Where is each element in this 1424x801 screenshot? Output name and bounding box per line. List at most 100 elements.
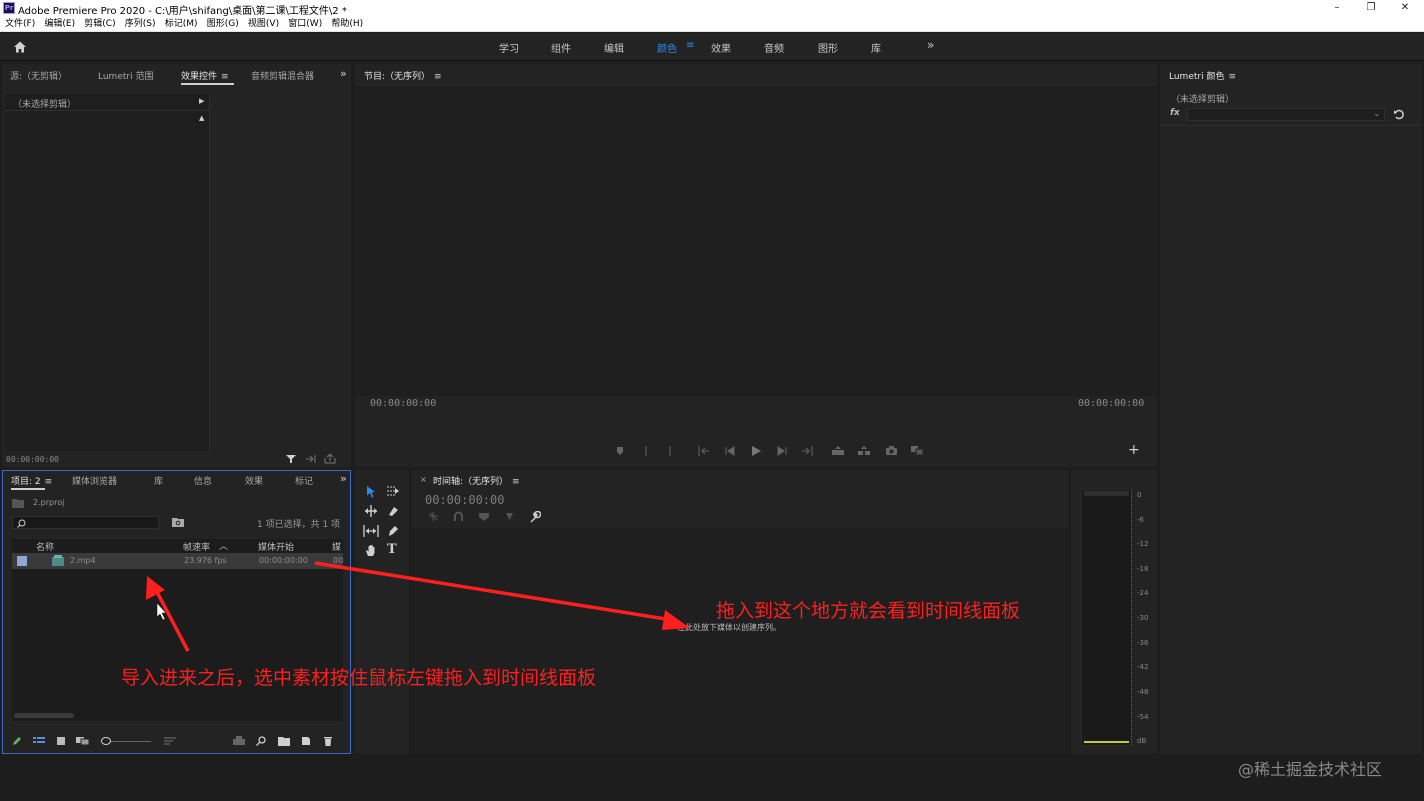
- tab-info[interactable]: 信息: [194, 474, 212, 487]
- workspace-tab-editing[interactable]: 编辑: [604, 40, 624, 55]
- scroll-up-icon[interactable]: ▲: [199, 114, 204, 122]
- tab-effects[interactable]: 效果: [245, 474, 263, 487]
- lumetri-color-title[interactable]: Lumetri 颜色 ≡: [1169, 69, 1236, 82]
- export-frame-camera-icon[interactable]: [885, 445, 898, 456]
- snap-magnet-icon[interactable]: [453, 511, 464, 522]
- zoom-slider-handle[interactable]: [101, 737, 111, 745]
- lift-icon[interactable]: [831, 446, 845, 456]
- workspace-tab-color[interactable]: 颜色: [657, 40, 677, 55]
- home-icon[interactable]: [13, 40, 27, 54]
- razor-tool-icon[interactable]: [387, 505, 399, 517]
- label-color-swatch[interactable]: [17, 556, 27, 566]
- restore-button[interactable]: ❐: [1354, 0, 1388, 17]
- slip-tool-icon[interactable]: [363, 525, 379, 537]
- menu-markers[interactable]: 标记(M): [165, 17, 198, 31]
- wrench-settings-icon[interactable]: [529, 511, 541, 523]
- tab-source[interactable]: 源:（无剪辑）: [10, 69, 67, 82]
- trash-icon[interactable]: [323, 736, 333, 746]
- play-icon[interactable]: [750, 445, 762, 457]
- new-search-bin-icon[interactable]: [172, 517, 184, 527]
- track-select-tool-icon[interactable]: [386, 485, 400, 497]
- tab-markers[interactable]: 标记: [295, 474, 313, 487]
- go-to-out-icon[interactable]: [801, 446, 813, 456]
- comparison-view-icon[interactable]: [910, 445, 924, 456]
- filter-icon[interactable]: [286, 454, 296, 464]
- close-timeline-icon[interactable]: ×: [420, 475, 427, 484]
- project-menu-icon[interactable]: ≡: [45, 477, 53, 487]
- project-items-list[interactable]: 名称 帧速率 ︿ 媒体开始 媒 2.mp4 23.976 fps 00:00:0…: [12, 539, 343, 721]
- workspace-tab-libraries[interactable]: 库: [871, 40, 881, 55]
- column-media-start[interactable]: 媒体开始: [258, 540, 294, 553]
- add-marker-timeline-icon[interactable]: [505, 512, 514, 521]
- tab-menu-icon[interactable]: ≡: [221, 72, 229, 82]
- new-bin-icon[interactable]: [278, 736, 290, 746]
- tab-lumetri-scopes[interactable]: Lumetri 范围: [98, 69, 153, 82]
- play-only-audio-icon[interactable]: [305, 454, 317, 464]
- column-frame-rate[interactable]: 帧速率: [183, 540, 210, 553]
- expand-triangle-icon[interactable]: ▶: [199, 97, 204, 105]
- write-protect-pencil-icon[interactable]: [12, 736, 22, 746]
- program-timecode-current[interactable]: 00:00:00:00: [370, 398, 436, 409]
- hand-tool-icon[interactable]: [365, 544, 377, 557]
- sort-icons-icon[interactable]: [164, 736, 176, 746]
- extract-icon[interactable]: [857, 446, 871, 456]
- horizontal-scrollbar[interactable]: [14, 713, 74, 718]
- icon-view-icon[interactable]: [56, 736, 66, 746]
- reset-icon[interactable]: [1393, 108, 1405, 120]
- workspace-tab-learn[interactable]: 学习: [499, 40, 519, 55]
- effect-selector-dropdown[interactable]: ⌄: [1187, 108, 1385, 121]
- mark-in-icon[interactable]: [643, 446, 649, 456]
- menu-window[interactable]: 窗口(W): [288, 17, 322, 31]
- button-editor-plus-icon[interactable]: +: [1128, 442, 1140, 458]
- sort-ascending-icon[interactable]: ︿: [219, 539, 228, 552]
- close-button[interactable]: ✕: [1388, 0, 1422, 17]
- timeline-timecode[interactable]: 00:00:00:00: [425, 493, 504, 507]
- step-back-icon[interactable]: [724, 446, 736, 456]
- pen-tool-icon[interactable]: [387, 525, 399, 537]
- linked-selection-icon[interactable]: [478, 511, 490, 522]
- menu-file[interactable]: 文件(F): [5, 17, 35, 31]
- program-monitor-title[interactable]: 节目:（无序列） ≡: [364, 69, 442, 82]
- automate-to-sequence-icon[interactable]: [233, 736, 245, 746]
- workspace-more-icon[interactable]: »: [927, 38, 934, 52]
- column-media-extra[interactable]: 媒: [332, 540, 341, 553]
- menu-view[interactable]: 视图(V): [248, 17, 279, 31]
- workspace-tab-effects[interactable]: 效果: [711, 40, 731, 55]
- program-video-area[interactable]: [355, 86, 1157, 396]
- tab-project[interactable]: 项目: 2 ≡: [11, 474, 52, 487]
- project-search-input[interactable]: [12, 516, 159, 529]
- workspace-menu-icon[interactable]: ≡: [686, 40, 694, 51]
- timeline-title[interactable]: 时间轴:（无序列） ≡: [433, 474, 520, 487]
- lumetri-menu-icon[interactable]: ≡: [1228, 72, 1236, 82]
- step-forward-icon[interactable]: [776, 446, 788, 456]
- tab-audio-clip-mixer[interactable]: 音频剪辑混合器: [251, 69, 314, 82]
- menu-sequence[interactable]: 序列(S): [125, 17, 156, 31]
- go-to-in-icon[interactable]: [698, 446, 710, 456]
- tab-libraries[interactable]: 库: [154, 474, 163, 487]
- new-item-icon[interactable]: [301, 736, 311, 746]
- timeline-drop-area[interactable]: 在此处放下媒体以创建序列。: [412, 528, 1068, 754]
- menu-help[interactable]: 帮助(H): [331, 17, 363, 31]
- mark-out-icon[interactable]: [667, 446, 673, 456]
- selection-tool-icon[interactable]: [365, 485, 377, 498]
- timeline-menu-icon[interactable]: ≡: [512, 477, 520, 487]
- effect-controls-timecode[interactable]: 00:00:00:00: [6, 455, 59, 464]
- add-marker-icon[interactable]: [615, 446, 625, 456]
- workspace-tab-audio[interactable]: 音频: [764, 40, 784, 55]
- tab-media-browser[interactable]: 媒体浏览器: [72, 474, 117, 487]
- ripple-edit-tool-icon[interactable]: [364, 505, 378, 517]
- list-view-icon[interactable]: [33, 736, 45, 746]
- minimize-button[interactable]: –: [1320, 0, 1354, 17]
- menu-edit[interactable]: 编辑(E): [44, 17, 75, 31]
- program-menu-icon[interactable]: ≡: [434, 72, 442, 82]
- insert-nest-icon[interactable]: [428, 511, 439, 522]
- find-icon[interactable]: [256, 736, 266, 746]
- workspace-tab-assembly[interactable]: 组件: [551, 40, 571, 55]
- export-frame-icon[interactable]: [324, 454, 336, 464]
- menu-clip[interactable]: 剪辑(C): [84, 17, 115, 31]
- panel-overflow-icon[interactable]: »: [340, 67, 347, 80]
- zoom-slider-track[interactable]: [111, 741, 151, 742]
- project-overflow-icon[interactable]: »: [340, 472, 347, 485]
- table-row[interactable]: 2.mp4 23.976 fps 00:00:00:00 00: [12, 553, 343, 569]
- workspace-tab-graphics[interactable]: 图形: [818, 40, 838, 55]
